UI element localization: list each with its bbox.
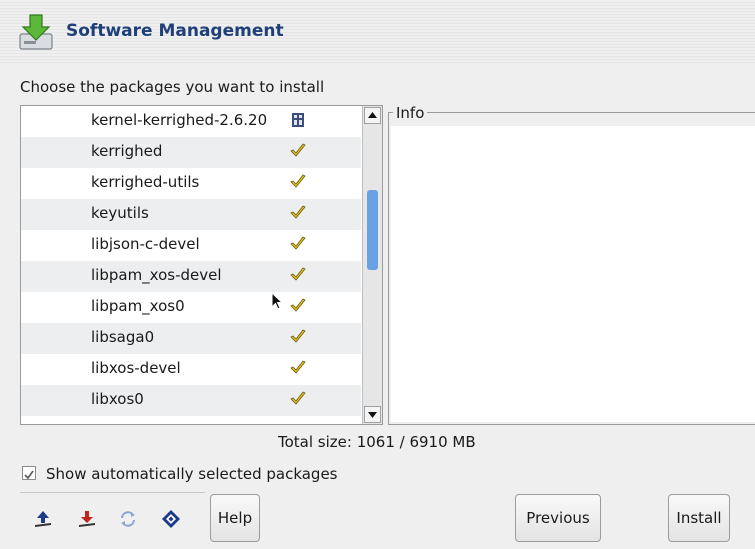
package-name: kerrighed-utils xyxy=(91,173,200,191)
remove-down-icon[interactable] xyxy=(76,508,98,530)
package-name: libsaga0 xyxy=(91,328,155,346)
checkmark-icon xyxy=(24,470,34,480)
package-name: libxos0 xyxy=(91,390,144,408)
instruction-text: Choose the packages you want to install xyxy=(20,78,325,96)
total-size: Total size: 1061 / 6910 MB xyxy=(278,433,476,451)
package-name: libpam_xos-devel xyxy=(91,266,222,284)
info-panel[interactable] xyxy=(391,126,755,422)
scroll-down-button[interactable] xyxy=(364,406,381,423)
scroll-up-button[interactable] xyxy=(364,107,381,124)
header-bar: Software Management xyxy=(0,0,755,64)
package-row[interactable]: keyutils xyxy=(21,199,361,230)
selected-check-icon[interactable] xyxy=(289,266,307,284)
mouse-pointer-icon xyxy=(271,292,284,310)
selected-check-icon[interactable] xyxy=(289,297,307,315)
package-row[interactable]: libxos-devel xyxy=(21,354,361,385)
selected-check-icon[interactable] xyxy=(289,390,307,408)
software-install-icon xyxy=(19,14,53,50)
package-row[interactable]: kerrighed-utils xyxy=(21,168,361,199)
show-auto-label[interactable]: Show automatically selected packages xyxy=(46,465,338,483)
install-button[interactable]: Install xyxy=(668,494,730,542)
package-name: keyutils xyxy=(91,204,149,222)
refresh-icon[interactable] xyxy=(117,508,139,530)
install-up-icon[interactable] xyxy=(32,508,54,530)
package-rows: kernel-kerrighed-2.6.20 kerrighed kerrighe… xyxy=(21,106,361,424)
selected-check-icon[interactable] xyxy=(289,328,307,346)
package-row[interactable]: libxos0 xyxy=(21,385,361,416)
selected-check-icon[interactable] xyxy=(289,204,307,222)
package-row[interactable]: kerrighed xyxy=(21,137,361,168)
scroll-thumb[interactable] xyxy=(367,190,378,270)
arrow-up-icon xyxy=(368,112,377,118)
selected-check-icon[interactable] xyxy=(289,235,307,253)
package-row[interactable]: libsaga0 xyxy=(21,323,361,354)
show-auto-checkbox[interactable] xyxy=(22,466,36,480)
package-row[interactable]: libpam_xos0 xyxy=(21,292,361,323)
package-row[interactable]: kernel-kerrighed-2.6.20 xyxy=(21,106,361,137)
page-title: Software Management xyxy=(66,21,284,41)
save-icon[interactable] xyxy=(160,508,182,530)
selected-check-icon[interactable] xyxy=(289,359,307,377)
package-row[interactable]: libjson-c-devel xyxy=(21,230,361,261)
arrow-down-icon xyxy=(368,412,377,418)
package-name: libpam_xos0 xyxy=(91,297,185,315)
package-row[interactable]: libpam_xos-devel xyxy=(21,261,361,292)
list-scrollbar[interactable] xyxy=(362,106,382,424)
package-list[interactable]: kernel-kerrighed-2.6.20 kerrighed kerrighe… xyxy=(20,105,383,425)
package-name: libxos-devel xyxy=(91,359,181,377)
selected-check-icon[interactable] xyxy=(289,173,307,191)
info-legend: Info xyxy=(393,104,428,122)
locked-status-icon[interactable] xyxy=(289,111,307,129)
package-name: kerrighed xyxy=(91,142,163,160)
previous-button[interactable]: Previous xyxy=(515,494,601,542)
toolbar xyxy=(20,492,205,543)
selected-check-icon[interactable] xyxy=(289,142,307,160)
package-name: kernel-kerrighed-2.6.20 xyxy=(91,111,268,129)
package-name: libjson-c-devel xyxy=(91,235,200,253)
help-button[interactable]: Help xyxy=(210,494,260,542)
